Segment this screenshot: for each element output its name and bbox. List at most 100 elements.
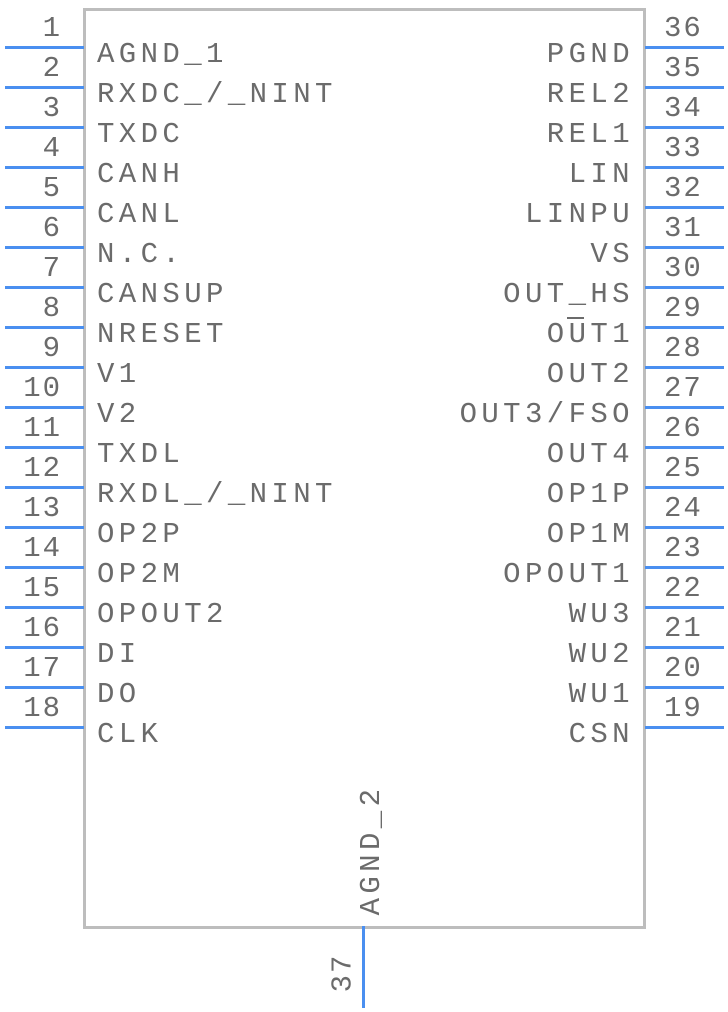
pin-26-line [645,446,724,449]
pin-25-label: OP1P [546,478,634,511]
pin-11-line [5,446,84,449]
pin-18-label: CLK [97,718,163,751]
pin-32-line [645,206,724,209]
pin-21-line [645,646,724,649]
pin-5-label: CANL [97,198,185,231]
pin-26-label: OUT4 [546,438,634,471]
pin-33-number: 33 [664,132,703,165]
pin-21-label: WU2 [568,638,634,671]
pin-22-number: 22 [664,572,703,605]
pin-36-number: 36 [664,12,703,45]
pin-1-number: 1 [42,12,62,45]
pin-8-number: 8 [42,292,62,325]
pin-6-number: 6 [42,212,62,245]
pin-2-label: RXDC_/_NINT [97,78,337,111]
pin-15-label: OPOUT2 [97,598,228,631]
pin-23-label: OPOUT1 [503,558,634,591]
pin-22-line [645,606,724,609]
pin-4-number: 4 [42,132,62,165]
pin-2-number: 2 [42,52,62,85]
pin-19-line [645,726,724,729]
pin-23-number: 23 [664,532,703,565]
pin-31-line [645,246,724,249]
pin-33-line [645,166,724,169]
pin-33-label: LIN [568,158,634,191]
pin-11-number: 11 [23,412,62,445]
pin-12-number: 12 [23,452,62,485]
pin-24-label: OP1M [546,518,634,551]
pin-6-line [5,246,84,249]
pin-3-number: 3 [42,92,62,125]
pin-30-label: OUT_HS [503,278,634,311]
pin-1-label: AGND_1 [97,38,228,71]
pin-9-label: V1 [97,358,141,391]
pin-29-label: OUT1 [546,318,634,351]
pin-23-line [645,566,724,569]
pin-32-label: LINPU [524,198,634,231]
pin-15-number: 15 [23,572,62,605]
pin-18-number: 18 [23,692,62,725]
pin-28-label: OUT2 [546,358,634,391]
pin-10-label: V2 [97,398,141,431]
pin-17-line [5,686,84,689]
pin-14-number: 14 [23,532,62,565]
pin-32-number: 32 [664,172,703,205]
pin-24-line [645,526,724,529]
pin-20-label: WU1 [568,678,634,711]
pin-18-line [5,726,84,729]
pin-31-number: 31 [664,212,703,245]
pin-20-line [645,686,724,689]
pin-22-label: WU3 [568,598,634,631]
pin-26-number: 26 [664,412,703,445]
pin-17-label: DO [97,678,141,711]
pin-25-line [645,486,724,489]
pin-6-label: N.C. [97,238,185,271]
pin-13-number: 13 [23,492,62,525]
pin-10-number: 10 [23,372,62,405]
pin-28-number: 28 [664,332,703,365]
pin-27-label: OUT3/FSO [459,398,634,431]
pin-14-label: OP2M [97,558,185,591]
pin-36-label: PGND [546,38,634,71]
pin-27-number: 27 [664,372,703,405]
pin-34-number: 34 [664,92,703,125]
pin-37-line [362,926,365,1008]
pin-16-line [5,646,84,649]
pin-35-label: REL2 [546,78,634,111]
pin-30-number: 30 [664,252,703,285]
pin-3-line [5,126,84,129]
pin-36-line [645,46,724,49]
pin-34-line [645,126,724,129]
pin-14-line [5,566,84,569]
pin-8-label: NRESET [97,318,228,351]
pin-1-line [5,46,84,49]
pin-16-label: DI [97,638,141,671]
pin-31-label: VS [590,238,634,271]
pin-5-line [5,206,84,209]
pin-29-line [645,326,724,329]
pin-17-number: 17 [23,652,62,685]
pin-19-number: 19 [664,692,703,725]
pin-8-line [5,326,84,329]
pin-2-line [5,86,84,89]
pin-28-line [645,366,724,369]
pin-15-line [5,606,84,609]
pin-4-line [5,166,84,169]
pin-11-label: TXDL [97,438,185,471]
pin-37-label: AGND_2 [355,784,388,916]
pin-20-number: 20 [664,652,703,685]
pin-5-number: 5 [42,172,62,205]
pin-12-line [5,486,84,489]
pin-13-line [5,526,84,529]
pin-35-line [645,86,724,89]
pin-3-label: TXDC [97,118,185,151]
pin-9-number: 9 [42,332,62,365]
pin-10-line [5,406,84,409]
pin-13-label: OP2P [97,518,185,551]
pin-9-line [5,366,84,369]
pin-35-number: 35 [664,52,703,85]
pin-4-label: CANH [97,158,185,191]
pin-16-number: 16 [23,612,62,645]
pin-7-number: 7 [42,252,62,285]
pin-27-line [645,406,724,409]
